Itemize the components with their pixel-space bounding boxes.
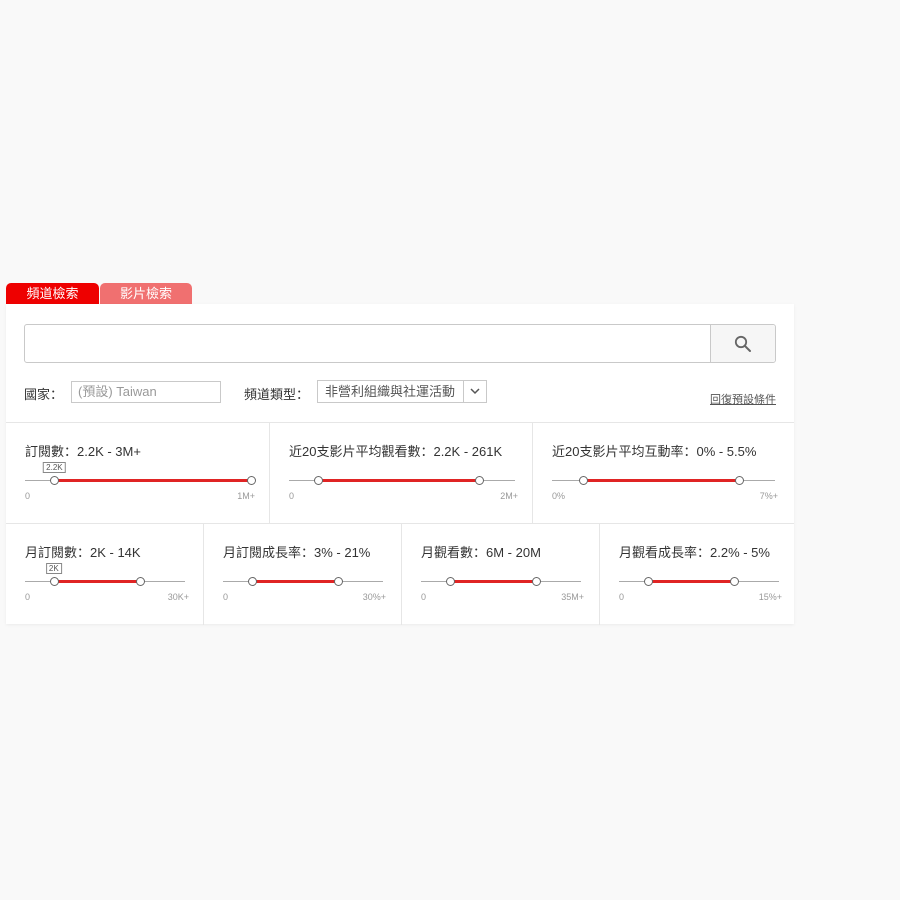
scale-max-label: 1M+	[237, 491, 255, 501]
search-input[interactable]	[25, 325, 709, 362]
search-icon	[734, 335, 751, 352]
range-slider[interactable]	[619, 577, 779, 586]
metric-title: 月觀看數：6M - 20M	[421, 545, 541, 560]
slider-fill	[647, 580, 735, 583]
slider-handle-max[interactable]	[735, 476, 745, 485]
metric-title: 月訂閱數：2K - 14K	[25, 545, 141, 560]
slider-fill	[54, 479, 251, 482]
slider-handle-min[interactable]	[445, 577, 455, 586]
tab-video-search[interactable]: 影片檢索	[100, 283, 192, 304]
slider-handle-min[interactable]	[50, 476, 60, 485]
scale-min-label: 0%	[552, 491, 566, 501]
chevron-down-icon	[470, 388, 480, 395]
scale-max-label: 35M+	[561, 592, 584, 602]
channel-type-value: 非營利組織與社運活動	[325, 384, 456, 399]
channel-type-label: 頻道類型：	[244, 387, 310, 402]
metric-title: 近20支影片平均觀看數：2.2K - 261K	[289, 444, 503, 459]
search-panel: 國家： (預設) Taiwan 頻道類型： 非營利組織與社運活動 回復預設條件 …	[6, 304, 794, 625]
scale-max-label: 15%+	[758, 592, 782, 602]
search-tabs: 頻道檢索 影片檢索	[6, 283, 192, 304]
reset-filters-link[interactable]: 回復預設條件	[710, 391, 776, 407]
country-label: 國家：	[24, 387, 64, 402]
scale-max-label: 30%+	[362, 592, 386, 602]
metric-monthly-views: 月觀看數：6M - 20M 0 35M+	[401, 524, 599, 625]
scale-max-label: 30K+	[167, 592, 189, 602]
slider-handle-max[interactable]	[532, 577, 542, 586]
slider-handle-min[interactable]	[314, 476, 324, 485]
scale-min-label: 0	[223, 592, 229, 602]
metric-avg-engagement: 近20支影片平均互動率：0% - 5.5% 0% 7%+	[532, 423, 794, 523]
range-slider[interactable]	[552, 476, 775, 485]
metric-title: 月訂閱成長率：3% - 21%	[223, 545, 371, 560]
scale-min-label: 0	[421, 592, 427, 602]
scale-min-label: 0	[619, 592, 625, 602]
slider-handle-max[interactable]	[474, 476, 484, 485]
scale-min-label: 0	[25, 592, 31, 602]
country-input[interactable]: (預設) Taiwan	[71, 381, 221, 403]
slider-fill	[53, 580, 141, 583]
metric-row-2: 月訂閱數：2K - 14K 2K 0 30K+ 月訂閱成長率：3% - 21% 0 30%…	[6, 523, 794, 625]
slider-fill	[251, 580, 339, 583]
range-slider[interactable]	[421, 577, 581, 586]
metric-title: 月觀看成長率：2.2% - 5%	[619, 545, 770, 560]
slider-handle-max[interactable]	[136, 577, 146, 586]
metric-title: 訂閱數：2.2K - 3M+	[25, 444, 141, 459]
range-slider[interactable]: 2.2K	[25, 462, 256, 485]
range-slider[interactable]: 2K	[25, 563, 185, 586]
slider-handle-max[interactable]	[334, 577, 344, 586]
metric-monthly-subscribers: 月訂閱數：2K - 14K 2K 0 30K+	[6, 524, 203, 625]
channel-type-dropdown[interactable]	[463, 381, 486, 402]
slider-handle-max[interactable]	[247, 476, 256, 485]
slider-handle-min[interactable]	[579, 476, 589, 485]
scale-max-label: 7%+	[759, 491, 778, 501]
slider-tooltip: 2.2K	[43, 462, 66, 473]
metric-title: 近20支影片平均互動率：0% - 5.5%	[552, 444, 757, 459]
range-slider[interactable]	[289, 476, 515, 485]
search-bar	[24, 324, 776, 363]
channel-type-select[interactable]: 非營利組織與社運活動	[317, 380, 487, 403]
slider-handle-min[interactable]	[643, 577, 653, 586]
slider-tooltip: 2K	[45, 563, 62, 574]
slider-fill	[318, 479, 479, 482]
slider-fill	[583, 479, 740, 482]
metric-row-1: 訂閱數：2.2K - 3M+ 2.2K 0 1M+ 近20支影片平均觀看數：2.2K …	[6, 422, 794, 523]
slider-fill	[449, 580, 537, 583]
slider-handle-min[interactable]	[49, 577, 59, 586]
tab-channel-search[interactable]: 頻道檢索	[6, 283, 99, 304]
metric-monthly-view-growth: 月觀看成長率：2.2% - 5% 0 15%+	[599, 524, 794, 625]
slider-handle-min[interactable]	[247, 577, 257, 586]
scale-min-label: 0	[25, 491, 31, 501]
scale-max-label: 2M+	[500, 491, 518, 501]
scale-min-label: 0	[289, 491, 295, 501]
metric-monthly-sub-growth: 月訂閱成長率：3% - 21% 0 30%+	[203, 524, 401, 625]
slider-handle-max[interactable]	[730, 577, 740, 586]
metric-subscribers: 訂閱數：2.2K - 3M+ 2.2K 0 1M+	[6, 423, 269, 523]
search-button[interactable]	[710, 325, 775, 362]
metric-avg-views: 近20支影片平均觀看數：2.2K - 261K 0 2M+	[269, 423, 532, 523]
range-slider[interactable]	[223, 577, 383, 586]
